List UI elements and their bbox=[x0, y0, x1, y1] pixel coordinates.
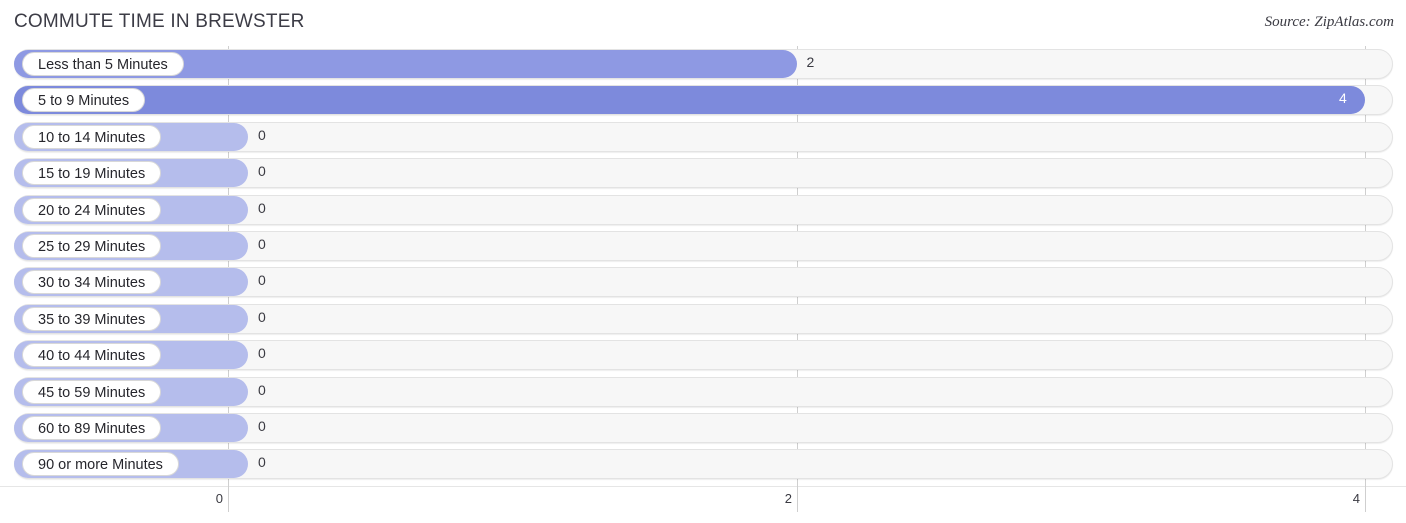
bar-category-label: 30 to 34 Minutes bbox=[22, 270, 162, 295]
bar-value-label: 0 bbox=[258, 272, 266, 289]
chart-header: COMMUTE TIME IN BREWSTER Source: ZipAtla… bbox=[0, 0, 1406, 46]
bar-category-label: 45 to 59 Minutes bbox=[22, 379, 162, 404]
axis-top-line bbox=[0, 486, 1406, 487]
bar-category-label: 10 to 14 Minutes bbox=[22, 124, 162, 149]
axis-tick-mark bbox=[797, 486, 798, 512]
axis-tick-label: 4 bbox=[1352, 491, 1360, 506]
bar-value-label: 0 bbox=[258, 345, 266, 362]
bar-category-label: 20 to 24 Minutes bbox=[22, 197, 162, 222]
bar-fill bbox=[14, 86, 1365, 115]
axis-tick-label: 2 bbox=[784, 491, 792, 506]
bar-value-label: 4 bbox=[1339, 90, 1347, 107]
bar-row[interactable]: 40 to 44 Minutes 0 bbox=[0, 337, 1406, 373]
bar-row[interactable]: 30 to 34 Minutes 0 bbox=[0, 264, 1406, 300]
bar-value-label: 0 bbox=[258, 235, 266, 252]
bar-row[interactable]: 35 to 39 Minutes 0 bbox=[0, 301, 1406, 337]
bar-row[interactable]: 60 to 89 Minutes 0 bbox=[0, 410, 1406, 446]
bar-value-label: 0 bbox=[258, 381, 266, 398]
bar-category-label: 90 or more Minutes bbox=[22, 452, 179, 477]
bar-value-label: 0 bbox=[258, 163, 266, 180]
bar-category-label: 35 to 39 Minutes bbox=[22, 306, 162, 331]
bar-value-label: 2 bbox=[806, 54, 815, 70]
bar-category-label: 60 to 89 Minutes bbox=[22, 415, 162, 440]
chart-plot-area: Less than 5 Minutes 2 5 to 9 Minutes 4 10 to… bbox=[0, 46, 1406, 486]
bar-category-label: 5 to 9 Minutes bbox=[22, 88, 146, 113]
bar-category-label: 15 to 19 Minutes bbox=[22, 161, 162, 186]
bar-row[interactable]: 25 to 29 Minutes 0 bbox=[0, 228, 1406, 264]
bar-value-label: 0 bbox=[258, 454, 266, 471]
page-title: COMMUTE TIME IN BREWSTER bbox=[14, 11, 305, 32]
bar-value-label: 0 bbox=[258, 417, 266, 434]
bar-category-label: 25 to 29 Minutes bbox=[22, 233, 162, 258]
source-attribution: Source: ZipAtlas.com bbox=[1264, 14, 1394, 30]
bar-row[interactable]: 20 to 24 Minutes 0 bbox=[0, 192, 1406, 228]
x-axis: 0 2 4 bbox=[0, 486, 1406, 523]
bar-value-label: 0 bbox=[258, 308, 266, 325]
bar-value-label: 0 bbox=[258, 126, 266, 143]
bar-category-label: Less than 5 Minutes bbox=[22, 52, 184, 76]
bar-row[interactable]: 10 to 14 Minutes 0 bbox=[0, 119, 1406, 155]
axis-tick-label: 0 bbox=[215, 491, 223, 506]
bar-row[interactable]: 90 or more Minutes 0 bbox=[0, 446, 1406, 482]
bar-category-label: 40 to 44 Minutes bbox=[22, 343, 162, 368]
axis-tick-mark bbox=[228, 486, 229, 512]
axis-tick-mark bbox=[1365, 486, 1366, 512]
bar-row[interactable]: 5 to 9 Minutes 4 bbox=[0, 82, 1406, 118]
bar-row[interactable]: Less than 5 Minutes 2 bbox=[0, 46, 1406, 82]
bar-row[interactable]: 15 to 19 Minutes 0 bbox=[0, 155, 1406, 191]
bar-row[interactable]: 45 to 59 Minutes 0 bbox=[0, 374, 1406, 410]
bar-value-label: 0 bbox=[258, 199, 266, 216]
bar-rows: Less than 5 Minutes 2 5 to 9 Minutes 4 10 to… bbox=[0, 46, 1406, 483]
